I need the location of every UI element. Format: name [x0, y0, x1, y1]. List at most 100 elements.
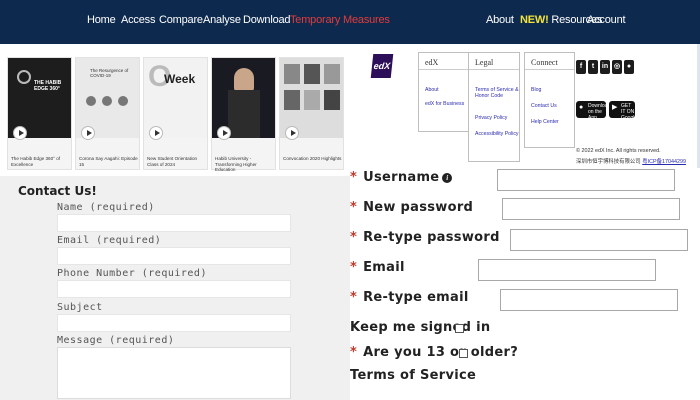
email-label-text: Email — [363, 260, 405, 275]
habib-logo-icon — [17, 70, 31, 84]
video-caption: Habib University - Transforming Higher E… — [215, 156, 257, 172]
footer-col-head: edX — [425, 58, 439, 67]
video-card[interactable]: THE HABIB EDGE 360° The Habib Edge 360° … — [7, 57, 72, 170]
play-icon[interactable] — [285, 126, 299, 140]
terms-heading: Terms of Service — [350, 368, 477, 383]
retype-email-label: * Re-type email — [350, 290, 469, 305]
divider — [419, 69, 469, 70]
footer-col-edx: edX About edX for Business — [418, 52, 470, 132]
info-icon[interactable]: i — [442, 173, 453, 183]
speaker-portrait — [234, 68, 254, 92]
photo-tile — [284, 64, 300, 84]
nav-analyse[interactable]: Analyse — [203, 14, 241, 26]
divider — [469, 69, 519, 70]
nav-download[interactable]: Download — [243, 14, 291, 26]
keep-signed-in-label: Keep me signed in — [350, 320, 491, 335]
instagram-icon[interactable]: ◎ — [612, 60, 622, 74]
speaker-avatar — [118, 96, 128, 106]
icp-company: 深圳市恒宇博科技有限公司 — [576, 159, 641, 165]
footer-col-head: Connect — [531, 58, 558, 67]
google-play-badge[interactable]: ▶ GET IT ON Google Play — [609, 101, 637, 127]
video-caption: The Habib Edge 360° of Excellence — [11, 156, 61, 167]
nav-access[interactable]: Access — [121, 14, 155, 26]
keep-signed-in-checkbox[interactable] — [455, 324, 464, 333]
footer-link-privacy[interactable]: Privacy Policy — [475, 115, 507, 121]
twitter-icon[interactable]: t — [588, 60, 598, 74]
retype-password-label-text: Re-type password — [363, 230, 500, 245]
play-icon[interactable] — [217, 126, 231, 140]
phone-label: Phone Number (required) — [57, 268, 207, 279]
age-label-text: Are you 13 or older? — [363, 345, 519, 360]
nav-about[interactable]: About — [486, 14, 514, 26]
photo-tile — [324, 90, 340, 110]
edx-logo[interactable]: edX — [370, 54, 394, 78]
name-input[interactable] — [57, 214, 291, 232]
divider — [525, 69, 574, 70]
photo-tile — [284, 90, 300, 110]
play-icon[interactable] — [149, 126, 163, 140]
retype-email-label-text: Re-type email — [363, 290, 469, 305]
video-caption: New Student Orientation Class of 2024 — [147, 156, 198, 167]
contact-title: Contact Us! — [18, 184, 97, 198]
email-label: Email (required) — [57, 235, 162, 246]
video-caption: Convocation 2020 Highlights — [283, 156, 342, 161]
footer-link-blog[interactable]: Blog — [531, 87, 541, 93]
footer-link-terms[interactable]: Terms of Service & Honor Code — [475, 87, 519, 99]
appstore-line1: Download on the — [588, 103, 611, 115]
top-navbar: Home Access Compare Analyse Download Tem… — [0, 0, 700, 44]
retype-email-input[interactable] — [500, 289, 678, 311]
play-icon[interactable] — [81, 126, 95, 140]
email-label: * Email — [350, 260, 405, 275]
photo-tile — [304, 90, 320, 110]
footer-link-business[interactable]: edX for Business — [425, 101, 464, 107]
nav-account[interactable]: Account — [587, 14, 626, 26]
video-card[interactable]: Convocation 2020 Highlights — [279, 57, 344, 170]
nav-home[interactable]: Home — [87, 14, 116, 26]
footer-link-accessibility[interactable]: Accessibility Policy — [475, 131, 519, 137]
age-checkbox[interactable] — [459, 349, 468, 358]
page: Home Access Compare Analyse Download Tem… — [0, 0, 700, 400]
new-password-label-text: New password — [363, 200, 474, 215]
subject-label: Subject — [57, 302, 103, 313]
subject-input[interactable] — [57, 314, 291, 332]
phone-input[interactable] — [57, 280, 291, 298]
footer-col-head: Legal — [475, 58, 494, 67]
username-input[interactable] — [497, 169, 675, 191]
retype-password-label: * Re-type password — [350, 230, 500, 245]
googleplay-line1: GET IT ON — [621, 103, 635, 115]
reddit-icon[interactable]: ● — [624, 60, 634, 74]
video-strip: THE HABIB EDGE 360° The Habib Edge 360° … — [0, 52, 350, 174]
new-password-label: * New password — [350, 200, 474, 215]
video-card[interactable]: The Resurgence of COVID-19 Corona Say Aa… — [75, 57, 140, 170]
video-caption: Corona Say Aagahi: Episode 15 — [79, 156, 138, 167]
footer-link-contact[interactable]: Contact Us — [531, 103, 557, 109]
video-thumb-text: Week — [164, 72, 196, 86]
name-label: Name (required) — [57, 202, 155, 213]
username-label-text: Username — [363, 170, 440, 185]
linkedin-icon[interactable]: in — [600, 60, 610, 74]
app-store-badge[interactable]: ● Download on the App Store — [576, 101, 611, 127]
email-input[interactable] — [478, 259, 656, 281]
footer-link-help[interactable]: Help Center — [531, 119, 559, 125]
nav-compare[interactable]: Compare — [159, 14, 203, 26]
facebook-icon[interactable]: f — [576, 60, 586, 74]
message-textarea[interactable] — [57, 347, 291, 399]
email-input[interactable] — [57, 247, 291, 265]
play-icon[interactable] — [13, 126, 27, 140]
retype-password-input[interactable] — [510, 229, 688, 251]
footer-link-about[interactable]: About — [425, 87, 439, 93]
icp-link[interactable]: 粤ICP备17044299 — [642, 159, 686, 165]
video-thumb-text: THE HABIB EDGE 360° — [34, 80, 62, 92]
video-card[interactable]: O Week New Student Orientation Class of … — [143, 57, 208, 170]
nav-temporary-measures[interactable]: Temporary Measures — [290, 14, 390, 26]
icp-line: 深圳市恒宇博科技有限公司 粤ICP备17044299 — [576, 157, 686, 165]
speaker-suit — [228, 90, 260, 138]
new-password-input[interactable] — [502, 198, 680, 220]
footer-col-connect: Connect Blog Contact Us Help Center — [524, 52, 575, 148]
video-card[interactable]: Habib University - Transforming Higher E… — [211, 57, 276, 172]
age-label: * Are you 13 or older? — [350, 345, 519, 360]
speaker-avatar — [102, 96, 112, 106]
footer-col-legal: Legal Terms of Service & Honor Code Priv… — [468, 52, 520, 162]
speaker-avatar — [86, 96, 96, 106]
googleplay-line2: Google Play — [621, 115, 638, 127]
